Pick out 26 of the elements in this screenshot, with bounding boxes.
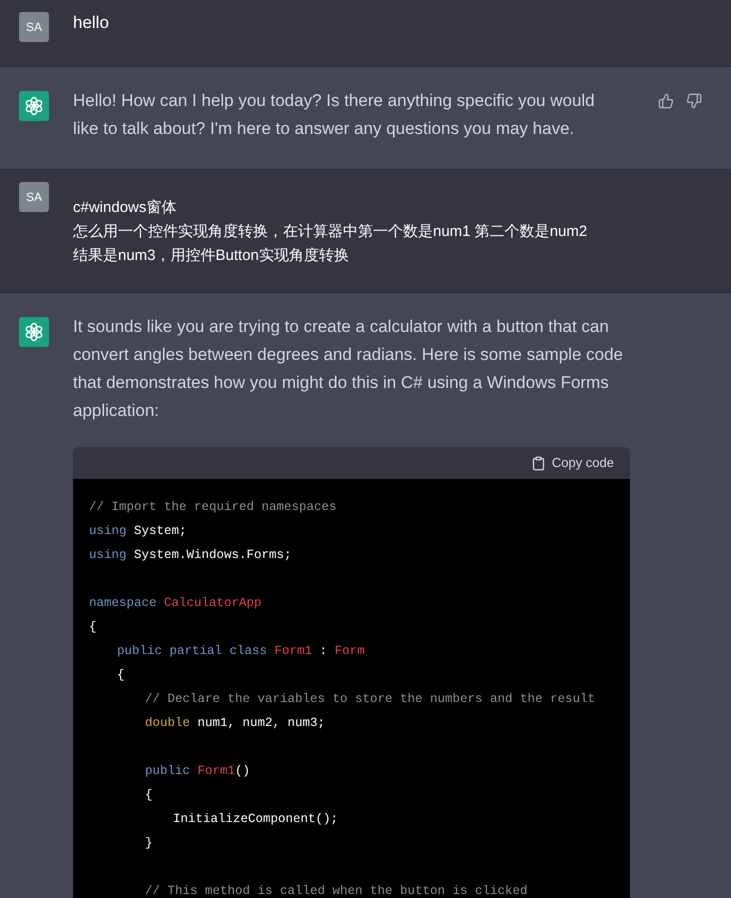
code-line: // Import the required namespaces — [89, 498, 337, 516]
code-line: { — [89, 618, 97, 636]
code-line: InitializeComponent(); — [173, 810, 338, 828]
code-line: namespace CalculatorApp — [89, 594, 262, 612]
message-text: 结果是num3，用控件Button实现角度转换 — [73, 246, 350, 266]
code-line: { — [145, 786, 153, 804]
code-line: public partial class Form1 : Form — [117, 642, 365, 660]
message-text: 怎么用一个控件实现角度转换，在计算器中第一个数是num1 第二个数是num2 — [73, 222, 588, 242]
code-line: double num1, num2, num3; — [145, 714, 326, 732]
message-text: c#windows窗体 — [73, 198, 178, 218]
code-line: // Declare the variables to store the numbers and the result — [145, 690, 596, 708]
code-line: public Form1() — [145, 762, 250, 780]
code-line: using System.Windows.Forms; — [89, 546, 292, 564]
code-line: } — [145, 834, 153, 852]
thumbs-down-button[interactable] — [686, 93, 702, 109]
message-text: hello — [73, 13, 109, 33]
copy-code-button[interactable]: Copy code — [530, 453, 614, 473]
thumbs-up-button[interactable] — [658, 93, 674, 109]
message-text: Hello! How can I help you today? Is there anything specific you would like to talk about? I'm here to answer any questions you may have. — [73, 90, 596, 140]
clipboard-icon — [530, 456, 546, 470]
code-line: { — [117, 666, 125, 684]
user-avatar: SA — [19, 182, 49, 212]
code-line: // This method is called when the button is clicked — [145, 882, 528, 898]
message-text: It sounds like you are trying to create a calculator with a button that can convert angles between degrees and radians. Here is some sample code that demonstrates how you might do this in C# using a Windows Forms application: — [73, 316, 624, 422]
code-line: using System; — [89, 522, 187, 540]
user-avatar: SA — [19, 12, 49, 42]
